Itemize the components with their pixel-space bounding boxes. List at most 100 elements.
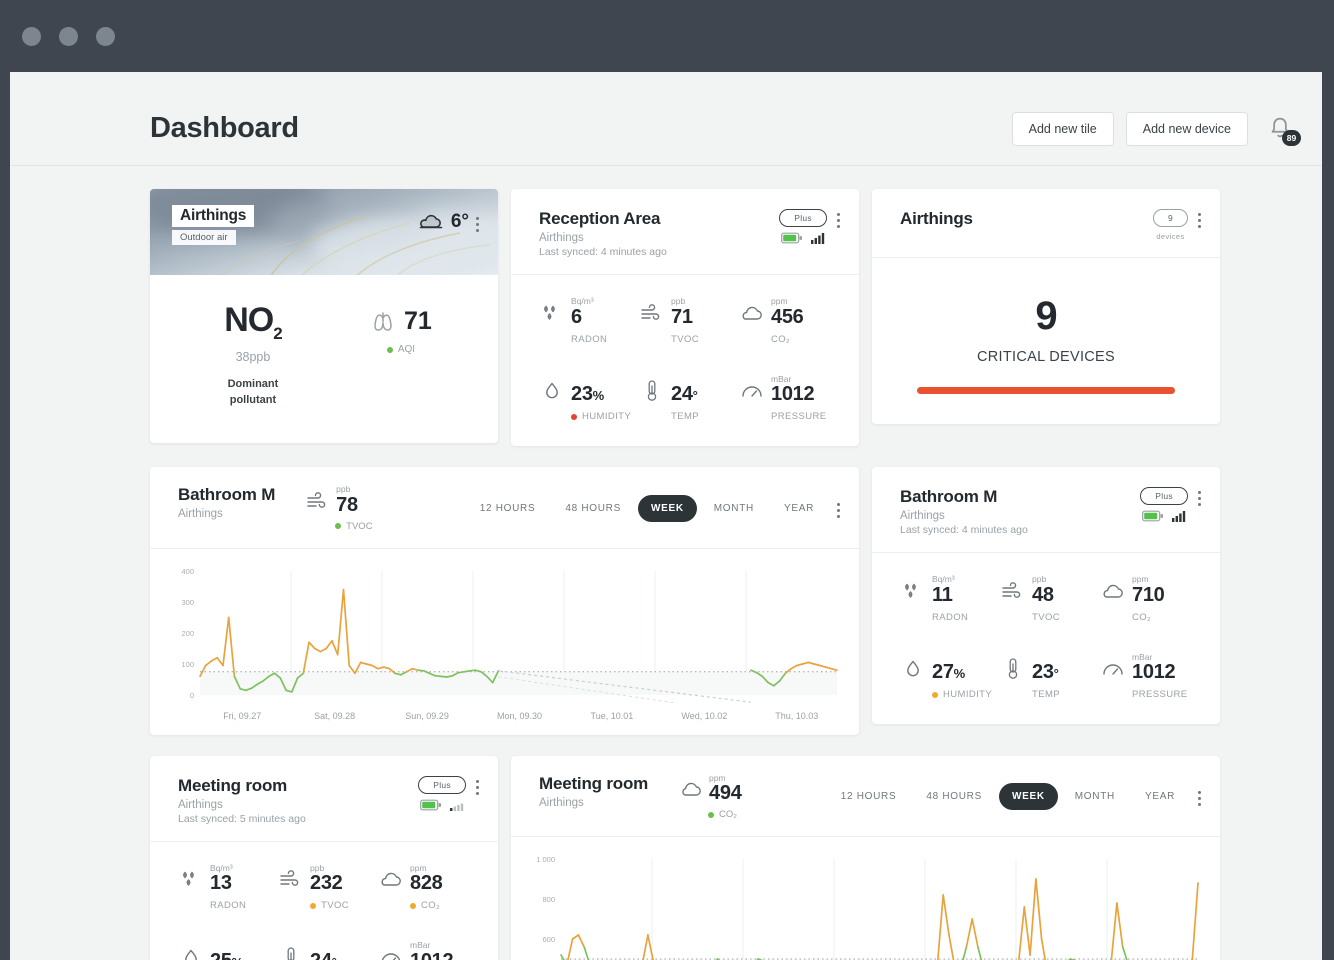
metric-value: 828 <box>410 872 443 894</box>
metric-unit <box>671 375 698 384</box>
device-status-column: Plus <box>779 209 827 244</box>
card-outdoor-air[interactable]: Airthings Outdoor air 6° NO2 38ppb Domin… <box>150 189 498 443</box>
range-tab-week[interactable]: WEEK <box>998 783 1058 811</box>
metric-label-row: HUMIDITY <box>932 689 994 700</box>
metric-value: 23% <box>571 383 604 405</box>
humidity-icon <box>900 656 926 682</box>
metric-label-row: RADON <box>210 900 272 911</box>
range-tab-12-hours[interactable]: 12 HOURS <box>467 495 549 522</box>
reception-card-header: Reception Area Airthings Last synced: 4 … <box>511 189 859 275</box>
metric-temp: 23° TEMP <box>1000 653 1094 700</box>
meeting-metrics: Bq/m³ 13 RADON ppb 232 TVOC ppm 828 CO₂ … <box>150 842 498 960</box>
metric-value-wrap: 27% <box>932 653 965 682</box>
device-brand: Airthings <box>178 508 223 520</box>
range-tab-12-hours[interactable]: 12 HOURS <box>828 783 910 810</box>
metric-value: 710 <box>1132 583 1165 606</box>
dashboard-row-1: Airthings Outdoor air 6° NO2 38ppb Domin… <box>150 189 1298 446</box>
bathroom-chart-kebab-menu-icon[interactable] <box>837 499 841 518</box>
signal-icon <box>450 803 464 811</box>
card-critical-devices[interactable]: Airthings 9 devices 9 CRITICAL DEVICES <box>872 189 1220 424</box>
device-name: Reception Area <box>539 209 661 228</box>
metric-co: ppm 710 CO₂ <box>1100 575 1194 623</box>
dashboard-row-3: Meeting room Airthings Last synced: 5 mi… <box>150 755 1298 960</box>
card-bathroom-chart[interactable]: Bathroom M Airthings ppb 78 TVOC 12 HOUR… <box>150 467 859 735</box>
critical-kebab-menu-icon[interactable] <box>1198 209 1202 228</box>
card-meeting-chart[interactable]: Meeting room Airthings ppm 494 CO₂ 12 HO… <box>511 755 1220 960</box>
reception-kebab-menu-icon[interactable] <box>837 209 841 228</box>
range-tab-year[interactable]: YEAR <box>771 495 827 522</box>
metric-humidity: 27% HUMIDITY <box>900 653 994 700</box>
metric-radon: Bq/m³ 6 RADON <box>539 297 633 345</box>
metric-label-row: HUMIDITY <box>571 411 633 422</box>
notifications-button[interactable]: 89 <box>1264 112 1301 146</box>
chart-metric-readout: ppb 78 <box>305 485 372 515</box>
temp-icon <box>1000 656 1026 682</box>
outdoor-kebab-menu-icon[interactable] <box>476 213 480 232</box>
svg-text:200: 200 <box>181 629 194 638</box>
card-meeting-detail[interactable]: Meeting room Airthings Last synced: 5 mi… <box>150 755 498 960</box>
metric-readout: ppb 48 <box>1000 575 1094 605</box>
window-minimize-dot[interactable] <box>59 26 78 46</box>
card-reception-area[interactable]: Reception Area Airthings Last synced: 4 … <box>511 189 859 446</box>
meeting-kebab-menu-icon[interactable] <box>476 776 480 795</box>
metric-value: 71 <box>671 305 693 328</box>
svg-text:1 000: 1 000 <box>536 855 555 864</box>
bathroom-kebab-menu-icon[interactable] <box>1198 487 1202 506</box>
device-status-column: Plus <box>418 775 466 811</box>
meeting-chart-kebab-menu-icon[interactable] <box>1198 787 1202 807</box>
voc-icon <box>305 489 331 515</box>
add-new-tile-button[interactable]: Add new tile <box>1011 111 1114 146</box>
metric-label: TVOC <box>1032 611 1060 623</box>
metric-value-wrap: ppb 71 <box>671 297 693 327</box>
meeting-range-tabs: 12 HOURS 48 HOURS WEEK MONTH YEAR <box>828 783 1188 811</box>
app-window: Dashboard Add new tile Add new device 89 <box>0 0 1334 960</box>
window-close-dot[interactable] <box>22 26 41 46</box>
range-tab-48-hours[interactable]: 48 HOURS <box>913 783 995 810</box>
temp-icon <box>278 945 304 960</box>
metric-value-wrap: Bq/m³ 6 <box>571 297 594 327</box>
window-maximize-dot[interactable] <box>96 26 115 46</box>
x-axis-tick: Tue, 10.01 <box>590 710 634 721</box>
meeting-chart-header: Meeting room Airthings ppm 494 CO₂ 12 HO… <box>511 756 1220 837</box>
dominant-pollutant-block: NO2 38ppb Dominant pollutant <box>176 301 330 409</box>
metric-label: HUMIDITY <box>582 411 632 422</box>
metric-value-wrap: ppm 828 <box>410 863 443 894</box>
metric-readout: 24° <box>639 375 733 404</box>
metric-label-row: PRESSURE <box>1132 689 1194 700</box>
pressure-icon <box>739 378 765 404</box>
bathroom-identity: Bathroom M Airthings Last synced: 4 minu… <box>900 487 1028 536</box>
range-tab-year[interactable]: YEAR <box>1132 783 1188 810</box>
metric-readout: ppm 828 <box>378 863 472 894</box>
aqi-label: AQI <box>397 344 416 355</box>
metric-readout: Bq/m³ 13 <box>178 863 272 893</box>
plan-badge: Plus <box>1140 487 1188 505</box>
add-new-device-button[interactable]: Add new device <box>1125 111 1248 146</box>
metric-label-row: TEMP <box>1032 689 1094 700</box>
metric-label-row: CO₂ <box>1132 612 1194 623</box>
metric-value-wrap: mBar 1012 <box>1132 652 1176 682</box>
meeting-chart-identity: Meeting room Airthings <box>539 774 648 809</box>
battery-icon <box>1142 510 1164 522</box>
chart-metric-readout: ppm 494 <box>678 773 742 803</box>
range-tab-month[interactable]: MONTH <box>701 495 767 522</box>
meeting-chart-area: 1 000800600400 <box>511 837 1220 960</box>
outdoor-temperature: 6° <box>450 211 469 232</box>
range-tab-48-hours[interactable]: 48 HOURS <box>552 495 634 522</box>
metric-radon: Bq/m³ 13 RADON <box>178 863 272 911</box>
bathroom-range-tabs: 12 HOURS 48 HOURS WEEK MONTH YEAR <box>467 494 827 522</box>
metric-suffix: ° <box>692 388 698 403</box>
weather-label-group: Airthings Outdoor air <box>172 205 255 245</box>
metric-value: 456 <box>771 305 804 328</box>
metric-unit <box>1032 653 1059 662</box>
weather-banner: Airthings Outdoor air 6° <box>150 189 498 275</box>
metric-label-row: TVOC <box>310 900 372 911</box>
page-header: Dashboard Add new tile Add new device 89 <box>10 92 1322 166</box>
dominant-line-1: Dominant <box>227 377 279 390</box>
range-tab-week[interactable]: WEEK <box>637 494 697 522</box>
critical-brand: Airthings <box>900 209 973 228</box>
card-bathroom-detail[interactable]: Bathroom M Airthings Last synced: 4 minu… <box>872 467 1220 724</box>
metric-value-wrap: mBar 1012 <box>771 374 815 404</box>
range-tab-month[interactable]: MONTH <box>1062 783 1128 810</box>
device-name: Meeting room <box>178 775 288 795</box>
bathroom-detail-header: Bathroom M Airthings Last synced: 4 minu… <box>872 467 1220 553</box>
